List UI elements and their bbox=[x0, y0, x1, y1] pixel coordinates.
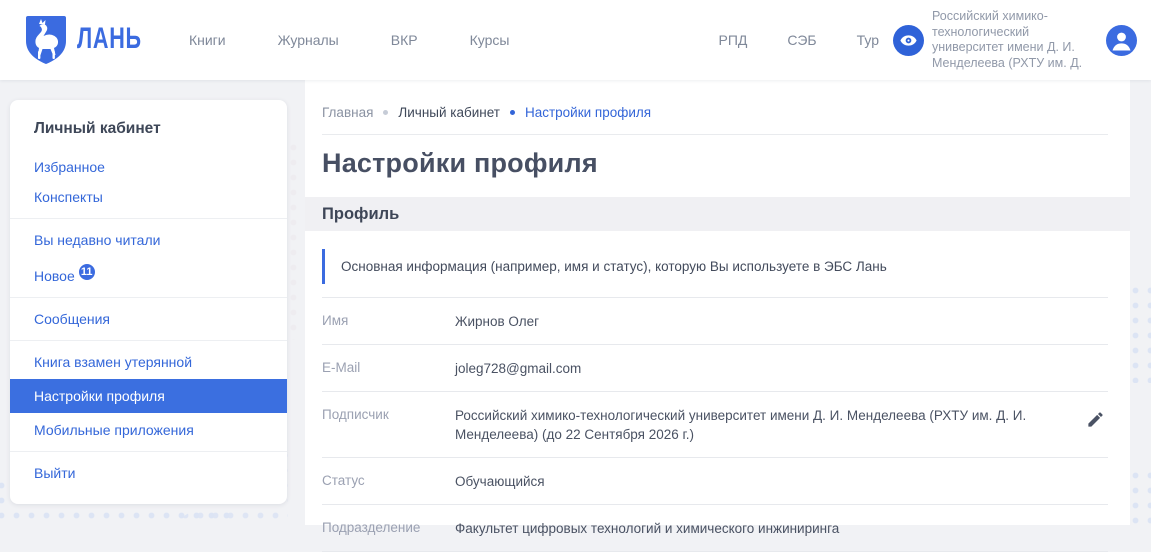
dots-decoration bbox=[1128, 283, 1151, 383]
sidebar-item-new[interactable]: Новое11 bbox=[10, 255, 287, 291]
subscriber-university-name[interactable]: Российский химико-технологический универ… bbox=[932, 9, 1094, 71]
field-value: Обучающийся bbox=[455, 472, 1108, 491]
divider bbox=[10, 218, 287, 219]
user-account-icon[interactable] bbox=[1106, 25, 1137, 56]
edit-subscriber-button[interactable] bbox=[1086, 410, 1108, 432]
breadcrumb-personal-cabinet[interactable]: Личный кабинет bbox=[398, 105, 500, 120]
new-count-badge: 11 bbox=[77, 262, 97, 282]
deer-shield-icon bbox=[25, 15, 67, 65]
nav-item-tour[interactable]: Тур bbox=[857, 32, 879, 48]
nav-item-seb[interactable]: СЭБ bbox=[787, 32, 816, 48]
personal-cabinet-sidebar: Личный кабинет Избранное Конспекты Вы не… bbox=[10, 100, 287, 504]
dots-decoration bbox=[1128, 468, 1151, 525]
page-title: Настройки профиля bbox=[322, 135, 1108, 195]
profile-fields-table: Имя Жирнов Олег E-Mail joleg728@gmail.co… bbox=[322, 297, 1108, 552]
field-label: Подписчик bbox=[322, 406, 455, 422]
field-value: Российский химико-технологический универ… bbox=[455, 406, 1086, 444]
table-row-name: Имя Жирнов Олег bbox=[322, 297, 1108, 344]
divider bbox=[10, 340, 287, 341]
nav-item-books[interactable]: Книги bbox=[189, 32, 226, 48]
table-row-department: Подразделение Факультет цифровых техноло… bbox=[322, 504, 1108, 552]
profile-section-title: Профиль bbox=[322, 205, 399, 224]
sidebar-item-profile-settings[interactable]: Настройки профиля bbox=[10, 379, 287, 413]
primary-nav: Книги Журналы ВКР Курсы bbox=[189, 32, 510, 48]
table-row-subscriber: Подписчик Российский химико-технологичес… bbox=[322, 391, 1108, 457]
nav-item-vkr[interactable]: ВКР bbox=[391, 32, 418, 48]
sidebar-title: Личный кабинет bbox=[10, 118, 287, 152]
sidebar-item-favorites[interactable]: Избранное bbox=[10, 152, 287, 182]
field-value: Жирнов Олег bbox=[455, 312, 1108, 331]
eye-icon[interactable] bbox=[893, 25, 924, 56]
sidebar-item-mobile-apps[interactable]: Мобильные приложения bbox=[10, 415, 287, 445]
breadcrumb: Главная Личный кабинет Настройки профиля bbox=[322, 80, 1108, 135]
sidebar-item-new-label: Новое bbox=[34, 268, 75, 284]
field-label: Имя bbox=[322, 312, 455, 328]
dots-decoration bbox=[286, 140, 304, 340]
sidebar-item-recently-read[interactable]: Вы недавно читали bbox=[10, 225, 287, 255]
profile-section-header: Профиль bbox=[305, 197, 1130, 231]
sidebar-item-logout[interactable]: Выйти bbox=[10, 458, 287, 488]
logo-wordmark: ЛАНЬ bbox=[77, 22, 142, 56]
nav-item-rpd[interactable]: РПД bbox=[719, 32, 748, 48]
breadcrumb-home[interactable]: Главная bbox=[322, 105, 373, 120]
nav-item-journals[interactable]: Журналы bbox=[278, 32, 339, 48]
field-value: Факультет цифровых технологий и химическ… bbox=[455, 519, 1108, 538]
field-value: joleg728@gmail.com bbox=[455, 359, 1108, 378]
top-header: ЛАНЬ Книги Журналы ВКР Курсы РПД СЭБ Тур… bbox=[0, 0, 1151, 80]
table-row-status: Статус Обучающийся bbox=[322, 457, 1108, 504]
table-row-email: E-Mail joleg728@gmail.com bbox=[322, 344, 1108, 391]
nav-item-courses[interactable]: Курсы bbox=[470, 32, 510, 48]
sidebar-item-lost-book[interactable]: Книга взамен утерянной bbox=[10, 347, 287, 377]
breadcrumb-current: Настройки профиля bbox=[525, 105, 651, 120]
sidebar-item-notes[interactable]: Конспекты bbox=[10, 182, 287, 212]
breadcrumb-separator-dot bbox=[510, 110, 515, 115]
main-content: Главная Личный кабинет Настройки профиля… bbox=[305, 80, 1130, 525]
field-label: E-Mail bbox=[322, 359, 455, 375]
profile-info-note: Основная информация (например, имя и ста… bbox=[322, 249, 1130, 284]
lan-logo[interactable]: ЛАНЬ bbox=[25, 15, 167, 65]
breadcrumb-separator-dot bbox=[383, 110, 388, 115]
pencil-icon bbox=[1086, 410, 1105, 429]
divider bbox=[10, 451, 287, 452]
secondary-nav: РПД СЭБ Тур bbox=[719, 32, 880, 48]
sidebar-item-messages[interactable]: Сообщения bbox=[10, 304, 287, 334]
field-label: Статус bbox=[322, 472, 455, 488]
divider bbox=[10, 297, 287, 298]
field-label: Подразделение bbox=[322, 519, 455, 535]
